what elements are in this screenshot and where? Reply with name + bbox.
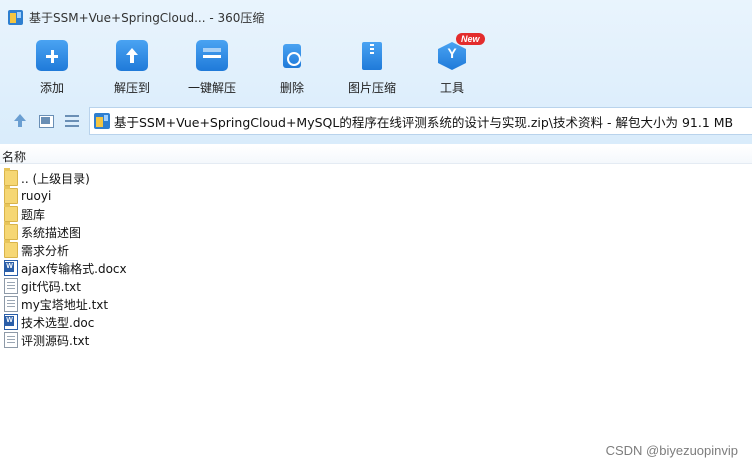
list-header: 名称 [0, 146, 752, 164]
app-logo-icon [8, 9, 23, 25]
image-compress-label: 图片压缩 [347, 81, 396, 95]
file-name: 系统描述图 [21, 225, 82, 240]
text-file-icon [4, 278, 18, 294]
text-file-icon [4, 332, 18, 348]
folder-icon [4, 222, 18, 240]
text-file-icon [4, 296, 18, 312]
top-panel: 基于SSM+Vue+SpringCloud... - 360压缩 添加 解压到 … [0, 0, 752, 144]
delete-button[interactable]: 删除 [254, 36, 330, 96]
add-icon [36, 40, 68, 71]
file-list: .. (上级目录) ruoyi 题库 系统描述图 需求分析 ajax传输格式.d… [0, 168, 752, 349]
one-click-extract-icon [196, 40, 228, 71]
watermark: CSDN @biyezuopinvip [605, 443, 738, 458]
file-name: 技术选型.doc [21, 315, 95, 330]
window-title: 基于SSM+Vue+SpringCloud... - 360压缩 [29, 10, 265, 25]
file-row[interactable]: 题库 [0, 204, 752, 223]
address-row: 基于SSM+Vue+SpringCloud+MySQL的程序在线评测系统的设计与… [0, 106, 752, 136]
add-label: 添加 [39, 81, 64, 95]
folder-icon [4, 186, 18, 204]
delete-label: 删除 [279, 81, 304, 95]
file-row[interactable]: ajax传输格式.docx [0, 259, 752, 277]
address-path: 基于SSM+Vue+SpringCloud+MySQL的程序在线评测系统的设计与… [114, 114, 734, 130]
folder-icon [4, 168, 18, 186]
file-name: git代码.txt [21, 279, 81, 294]
word-document-icon [4, 260, 18, 276]
extract-to-icon [116, 40, 148, 71]
delete-icon [276, 40, 308, 71]
thumbnail-view-icon[interactable] [38, 114, 54, 128]
file-name: ruoyi [21, 189, 52, 203]
file-row[interactable]: 评测源码.txt [0, 331, 752, 349]
tools-button[interactable]: Y 工具 [414, 36, 490, 96]
list-view-icon[interactable] [64, 114, 80, 128]
zip-archive-icon [94, 113, 110, 129]
image-compress-button[interactable]: 图片压缩 [334, 36, 410, 96]
file-name: 需求分析 [21, 243, 70, 258]
title-bar: 基于SSM+Vue+SpringCloud... - 360压缩 [0, 0, 752, 34]
file-row[interactable]: git代码.txt [0, 277, 752, 295]
file-name: .. (上级目录) [21, 171, 90, 186]
extract-to-button[interactable]: 解压到 [94, 36, 170, 96]
tools-label: 工具 [439, 81, 464, 95]
file-name: 题库 [21, 207, 46, 222]
toolbar: 添加 解压到 一键解压 删除 图片压缩 Y 工具 New [0, 33, 752, 96]
address-bar[interactable]: 基于SSM+Vue+SpringCloud+MySQL的程序在线评测系统的设计与… [89, 107, 752, 135]
word-document-icon [4, 314, 18, 330]
file-name: ajax传输格式.docx [21, 261, 127, 276]
column-header-name[interactable]: 名称 [2, 148, 26, 165]
folder-icon [4, 204, 18, 222]
file-row[interactable]: 系统描述图 [0, 222, 752, 241]
file-name: 评测源码.txt [21, 333, 90, 348]
one-click-extract-label: 一键解压 [187, 81, 236, 95]
file-row[interactable]: 需求分析 [0, 240, 752, 259]
file-name: my宝塔地址.txt [21, 297, 109, 312]
file-row[interactable]: 技术选型.doc [0, 313, 752, 331]
up-arrow-icon[interactable] [12, 114, 28, 128]
add-button[interactable]: 添加 [14, 36, 90, 96]
one-click-extract-button[interactable]: 一键解压 [174, 36, 250, 96]
file-row-parent[interactable]: .. (上级目录) [0, 168, 752, 187]
extract-to-label: 解压到 [113, 81, 150, 95]
image-compress-icon [356, 40, 388, 71]
file-row[interactable]: my宝塔地址.txt [0, 295, 752, 313]
file-row[interactable]: ruoyi [0, 186, 752, 205]
new-badge: New [456, 33, 485, 45]
folder-icon [4, 240, 18, 258]
